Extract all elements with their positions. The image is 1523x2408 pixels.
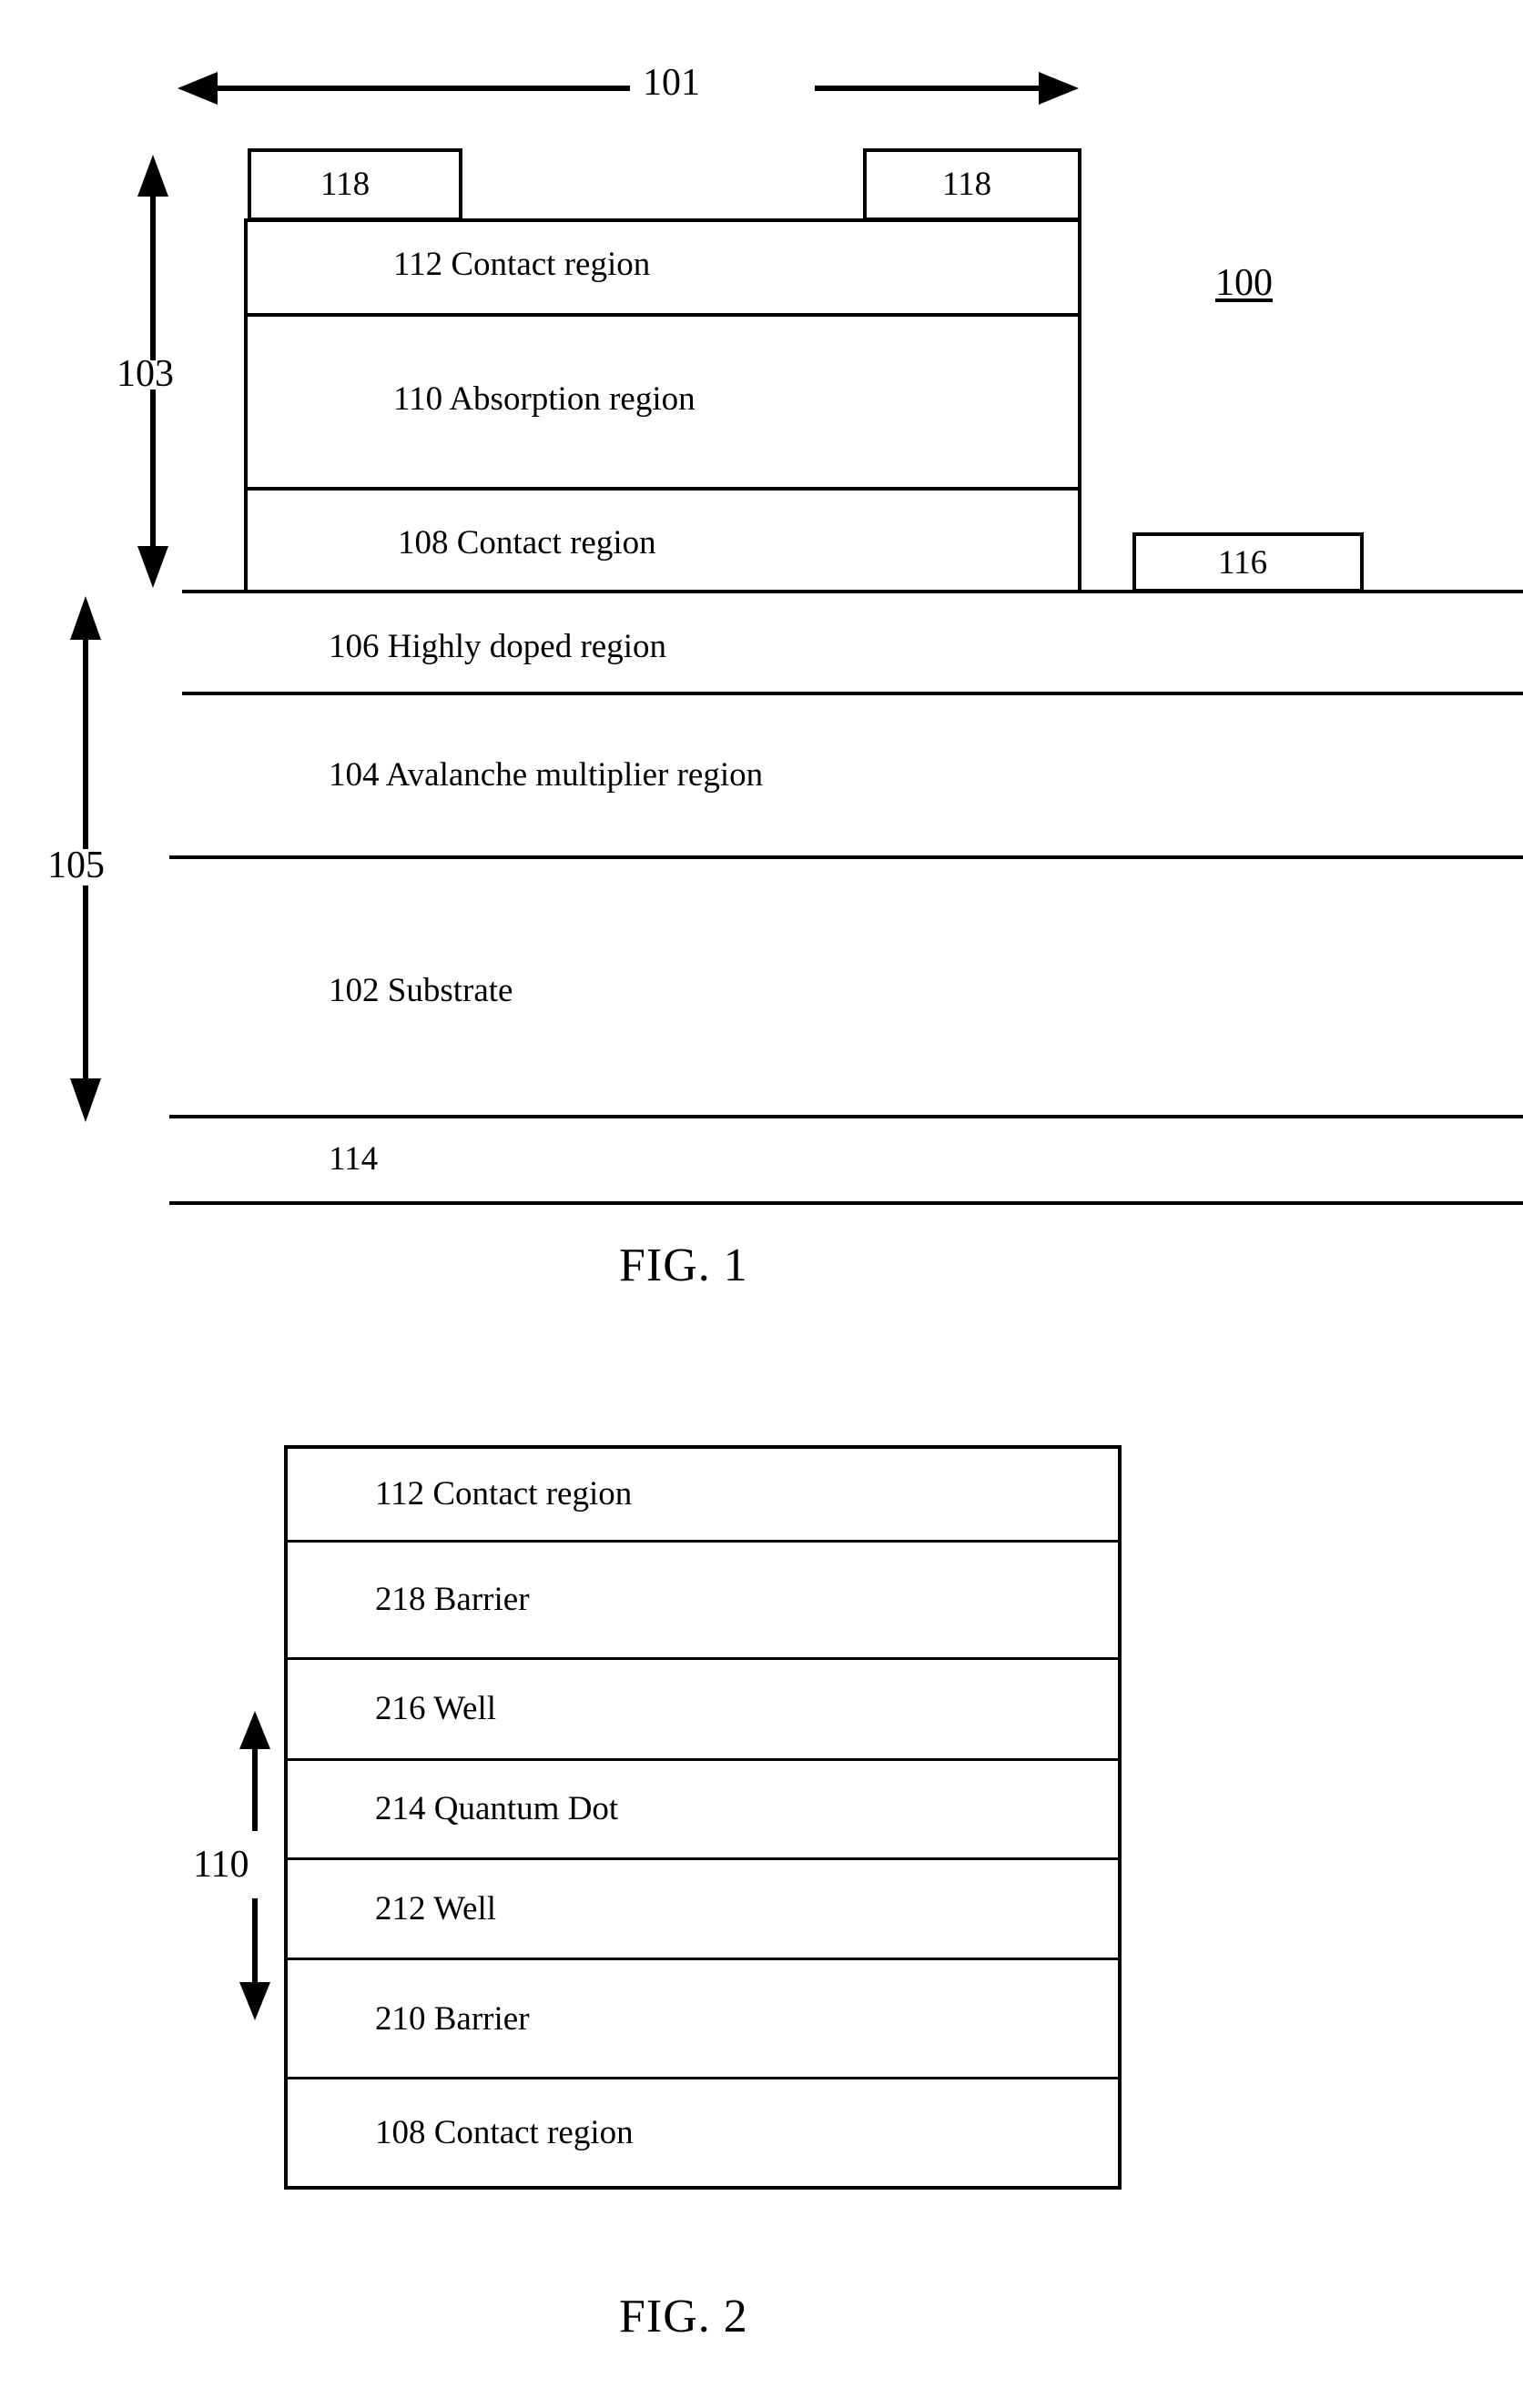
figure-2-caption: FIG. 2 <box>619 2291 748 2342</box>
layer-label-210: 210 Barrier <box>375 1999 530 2038</box>
dimension-label-110: 110 <box>193 1844 249 1886</box>
layer-label-216: 216 Well <box>375 1690 497 1728</box>
figure-2: 110 112 Contact region 218 Barrier 216 W… <box>0 0 1523 2408</box>
layer-row-108: 108 Contact region <box>288 2079 1118 2186</box>
layer-row-216: 216 Well <box>288 1660 1118 1761</box>
layer-label-112: 112 Contact region <box>375 1475 633 1513</box>
layer-row-212: 212 Well <box>288 1860 1118 1961</box>
layer-label-108: 108 Contact region <box>375 2114 634 2152</box>
figure-2-layer-stack: 112 Contact region 218 Barrier 216 Well … <box>284 1445 1122 2190</box>
layer-label-212: 212 Well <box>375 1890 497 1928</box>
patent-figure-sheet: 101 103 105 100 118 118 112 Contact regi… <box>0 0 1523 2408</box>
layer-label-218: 218 Barrier <box>375 1581 530 1619</box>
layer-label-214: 214 Quantum Dot <box>375 1790 619 1828</box>
layer-row-214: 214 Quantum Dot <box>288 1761 1118 1860</box>
layer-row-210: 210 Barrier <box>288 1960 1118 2080</box>
layer-row-112: 112 Contact region <box>288 1449 1118 1543</box>
layer-row-218: 218 Barrier <box>288 1543 1118 1660</box>
